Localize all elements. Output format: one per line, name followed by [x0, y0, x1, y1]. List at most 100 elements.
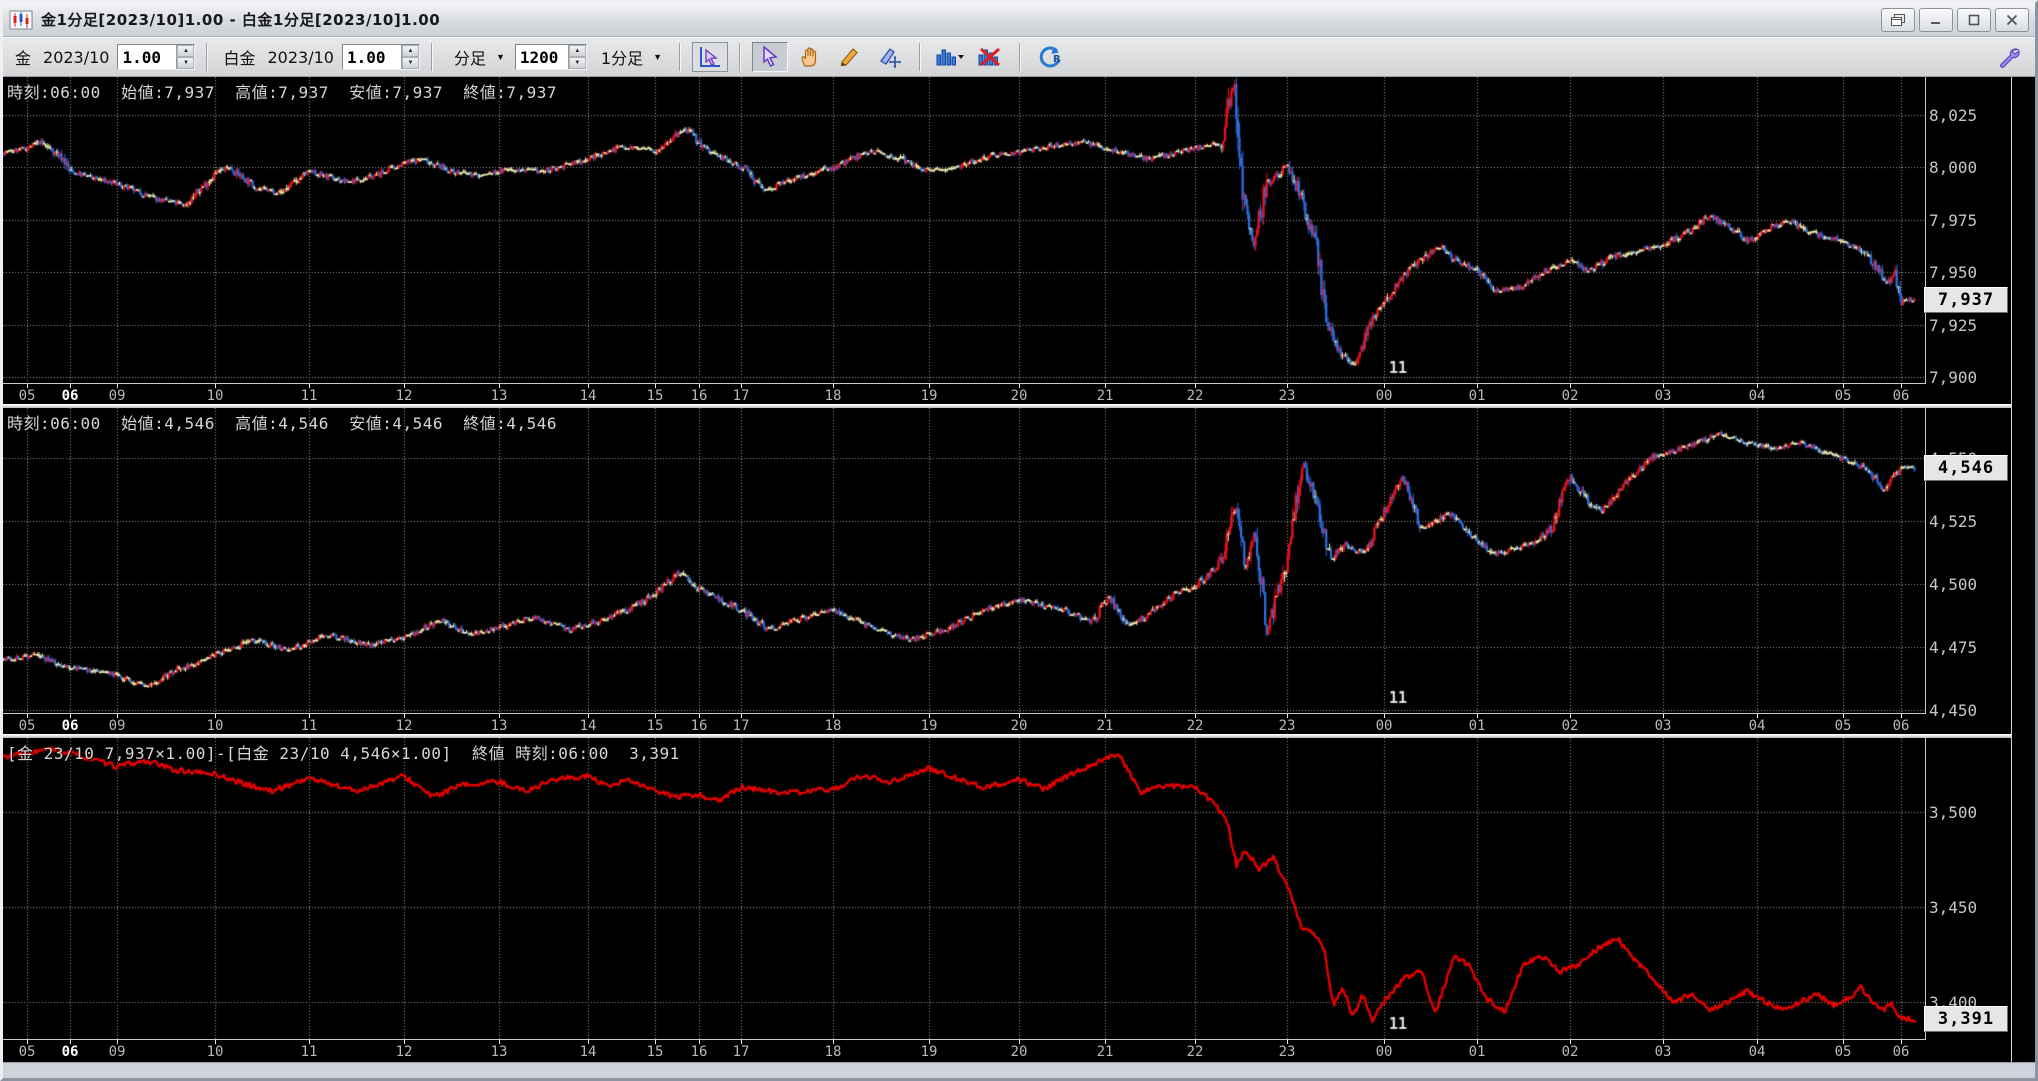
price-label: 4,475 [1929, 638, 1978, 658]
refresh-button[interactable]: R [1032, 42, 1068, 72]
platinum-panel: 時刻:06:00 始値:4,546 高値:4,546 安値:4,546 終値:4… [3, 408, 2011, 734]
chart-delete-icon [978, 47, 1001, 67]
gold-price-axis: 8,025 8,000 7,975 7,950 7,925 7,900 7,937 [1924, 77, 2011, 404]
time-label: 01 [1468, 1044, 1486, 1060]
spread-formula-info: [金 23/10 7,937×1.00]-[白金 23/10 4,546×1.0… [7, 744, 680, 763]
time-label: 04 [1748, 1044, 1766, 1060]
time-label: 15 [646, 1044, 664, 1060]
price-label: 4,450 [1929, 701, 1978, 720]
right-frame-strip [2011, 77, 2035, 1062]
time-label: 21 [1096, 1044, 1114, 1060]
gold-contract-month[interactable]: 2023/10 [39, 48, 113, 67]
platinum-contract-month[interactable]: 2023/10 [264, 48, 338, 67]
platinum-ratio-input[interactable] [342, 45, 401, 69]
pan-tool-button[interactable] [792, 42, 828, 72]
down-arrow-icon[interactable]: ▼ [177, 57, 195, 69]
interval-type-dropdown[interactable]: 分足 ▼ [444, 43, 511, 71]
close-button[interactable] [1995, 7, 2029, 32]
time-label: 11 [300, 388, 318, 404]
gold-symbol-label: 金 [15, 49, 32, 68]
time-label: 14 [579, 388, 597, 404]
time-label: 23 [1278, 1044, 1296, 1060]
time-label: 19 [920, 718, 938, 734]
price-label: 7,900 [1929, 368, 1978, 388]
toolbar: 金 2023/10 ▲▼ 白金 2023/10 ▲▼ 分足 ▼ ▲▼ 1分足 ▼ [3, 37, 2035, 77]
bar-count-updown[interactable]: ▲ ▼ [567, 45, 586, 69]
time-label: 22 [1186, 1044, 1204, 1060]
time-label: 13 [490, 718, 508, 734]
bar-count-input[interactable] [515, 45, 568, 69]
gold-chart-canvas[interactable] [3, 77, 1925, 383]
bottom-frame [3, 1062, 2035, 1078]
window-title: 金1分足[2023/10]1.00 - 白金1分足[2023/10]1.00 [41, 11, 441, 29]
draw-line-tool-button[interactable] [832, 42, 868, 72]
app-candlestick-icon [9, 10, 33, 30]
current-price-box: 4,546 [1924, 455, 2008, 482]
gold-ratio-updown[interactable]: ▲ ▼ [176, 45, 195, 69]
time-label: 00 [1375, 388, 1393, 404]
remove-study-button[interactable] [972, 42, 1008, 72]
down-arrow-icon[interactable]: ▼ [401, 57, 419, 69]
chart-type-menu-button[interactable] [932, 42, 968, 72]
bar-count-spinner[interactable]: ▲▼ [514, 44, 587, 70]
gold-ratio-input[interactable] [118, 45, 177, 69]
chart-cursor-tool-button[interactable] [692, 42, 729, 72]
time-label: 05 [18, 718, 36, 734]
time-label: 13 [490, 388, 508, 404]
time-label: 16 [690, 718, 708, 734]
time-label: 04 [1748, 718, 1766, 734]
current-price-box: 3,391 [1924, 1006, 2008, 1033]
app-window: 金1分足[2023/10]1.00 - 白金1分足[2023/10]1.00 金… [0, 0, 2038, 1081]
toolbar-separator [206, 43, 209, 71]
spread-chart-canvas[interactable] [3, 738, 1925, 1039]
time-label: 01 [1468, 388, 1486, 404]
marker-tool-button[interactable] [872, 42, 908, 72]
time-label: 14 [579, 1044, 597, 1060]
minimize-button[interactable] [1919, 7, 1953, 32]
price-label: 8,025 [1929, 105, 1978, 125]
time-label: 06 [1892, 388, 1910, 404]
gold-ohlc-info: 時刻:06:00 始値:7,937 高値:7,937 安値:7,937 終値:7… [7, 83, 558, 102]
time-label: 17 [732, 1044, 750, 1060]
time-label: 05 [1834, 388, 1852, 404]
timeframe-dropdown[interactable]: 1分足 ▼ [591, 43, 668, 71]
platinum-time-axis: 05 06 09 10 11 12 13 14 15 16 17 18 19 20 21 22 23 00 01 02… [3, 714, 1926, 734]
time-label: 06 [61, 718, 79, 734]
time-label: 09 [108, 388, 126, 404]
platinum-symbol-label: 白金 [223, 49, 256, 68]
time-label: 22 [1186, 388, 1204, 404]
down-arrow-icon[interactable]: ▼ [568, 57, 586, 69]
titlebar[interactable]: 金1分足[2023/10]1.00 - 白金1分足[2023/10]1.00 [3, 3, 2035, 37]
time-label: 12 [395, 388, 413, 404]
time-label: 02 [1561, 1044, 1579, 1060]
price-label: 4,500 [1929, 575, 1978, 595]
platinum-chart-canvas[interactable] [3, 408, 1925, 713]
chevron-down-icon: ▼ [653, 52, 663, 62]
chart-region: 時刻:06:00 始値:7,937 高値:7,937 安値:7,937 終値:7… [3, 77, 2035, 1062]
wrench-icon [2000, 48, 2020, 68]
up-arrow-icon[interactable]: ▲ [177, 45, 195, 57]
platinum-ratio-spinner[interactable]: ▲▼ [341, 44, 420, 70]
settings-button[interactable] [1991, 42, 2027, 72]
spread-time-axis: 05 06 09 10 11 12 13 14 15 16 17 18 19 20 21 22 23 00 01 02… [3, 1040, 1926, 1060]
time-label: 15 [646, 388, 664, 404]
up-arrow-icon[interactable]: ▲ [401, 45, 419, 57]
time-label: 23 [1278, 388, 1296, 404]
time-label: 03 [1654, 388, 1672, 404]
time-label: 17 [732, 388, 750, 404]
time-label: 05 [18, 1044, 36, 1060]
time-label: 05 [1834, 718, 1852, 734]
time-label: 12 [395, 1044, 413, 1060]
up-arrow-icon[interactable]: ▲ [568, 45, 586, 57]
maximize-button[interactable] [1957, 7, 1991, 32]
time-label: 06 [61, 388, 79, 404]
time-label: 19 [920, 1044, 938, 1060]
cascade-window-button[interactable] [1881, 7, 1915, 32]
toolbar-separator [430, 43, 433, 71]
gold-ratio-spinner[interactable]: ▲▼ [117, 44, 196, 70]
select-tool-button[interactable] [752, 42, 789, 72]
spread-panel: [金 23/10 7,937×1.00]-[白金 23/10 4,546×1.0… [3, 738, 2011, 1060]
toolbar-separator [679, 43, 682, 71]
chart-cursor-icon [700, 47, 721, 67]
platinum-ratio-updown[interactable]: ▲ ▼ [400, 45, 419, 69]
